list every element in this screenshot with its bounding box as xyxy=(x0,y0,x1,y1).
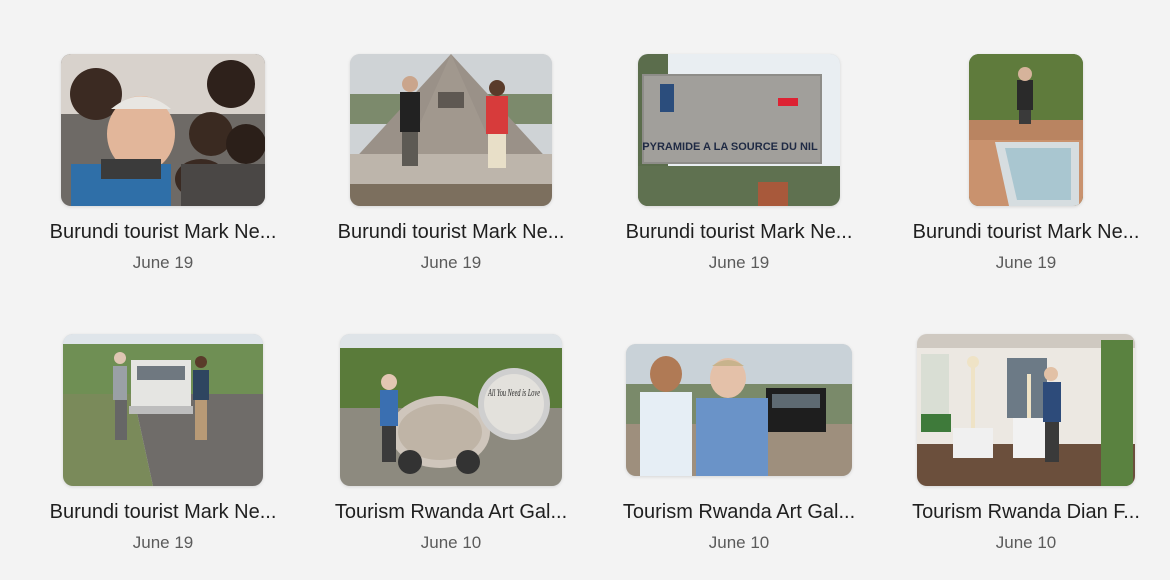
photo-tile[interactable]: PYRAMIDE A LA SOURCE DU NIL Burundi tour… xyxy=(609,50,869,300)
photo-thumbnail[interactable] xyxy=(626,344,852,476)
photo-date: June 19 xyxy=(420,253,482,272)
sign-text: PYRAMIDE A LA SOURCE DU NIL xyxy=(642,141,818,153)
photo-thumbnail[interactable]: PYRAMIDE A LA SOURCE DU NIL xyxy=(638,54,840,206)
photo-title: Tourism Rwanda Art Gal... xyxy=(622,501,856,523)
photo-date: June 10 xyxy=(995,533,1057,552)
photo-date: June 10 xyxy=(420,533,482,552)
photo-thumbnail[interactable] xyxy=(61,54,265,206)
photo-title: Burundi tourist Mark Ne... xyxy=(49,501,277,523)
photo-thumbnail[interactable]: All You Need is Love xyxy=(340,334,562,486)
photo-tile[interactable]: Tourism Rwanda Art Gal... June 10 xyxy=(609,330,869,580)
art-text: All You Need is Love xyxy=(487,388,540,399)
photo-thumbnail[interactable] xyxy=(350,54,552,206)
photo-tile[interactable]: Burundi tourist Mark Ne... June 19 xyxy=(321,50,581,300)
photo-date: June 10 xyxy=(708,533,770,552)
photo-title: Burundi tourist Mark Ne... xyxy=(625,221,853,243)
photo-title: Burundi tourist Mark Ne... xyxy=(912,221,1140,243)
photo-title: Tourism Rwanda Dian F... xyxy=(912,501,1140,523)
photo-title: Burundi tourist Mark Ne... xyxy=(49,221,277,243)
photo-date: June 19 xyxy=(132,533,194,552)
photo-tile[interactable]: Tourism Rwanda Dian F... June 10 xyxy=(896,330,1156,580)
photo-thumbnail[interactable] xyxy=(969,54,1083,206)
photo-thumbnail[interactable] xyxy=(917,334,1135,486)
photo-date: June 19 xyxy=(708,253,770,272)
photo-thumbnail[interactable] xyxy=(63,334,263,486)
photo-tile[interactable]: Burundi tourist Mark Ne... June 19 xyxy=(33,330,293,580)
photo-tile[interactable]: Burundi tourist Mark Ne... June 19 xyxy=(896,50,1156,300)
photo-tile[interactable]: All You Need is Love Tourism Rwanda Art … xyxy=(321,330,581,580)
photo-title: Burundi tourist Mark Ne... xyxy=(337,221,565,243)
photo-title: Tourism Rwanda Art Gal... xyxy=(334,501,568,523)
photo-gallery-grid: Burundi tourist Mark Ne... June 19 Burun… xyxy=(0,0,1170,580)
photo-date: June 19 xyxy=(132,253,194,272)
photo-tile[interactable]: Burundi tourist Mark Ne... June 19 xyxy=(33,50,293,300)
photo-date: June 19 xyxy=(995,253,1057,272)
